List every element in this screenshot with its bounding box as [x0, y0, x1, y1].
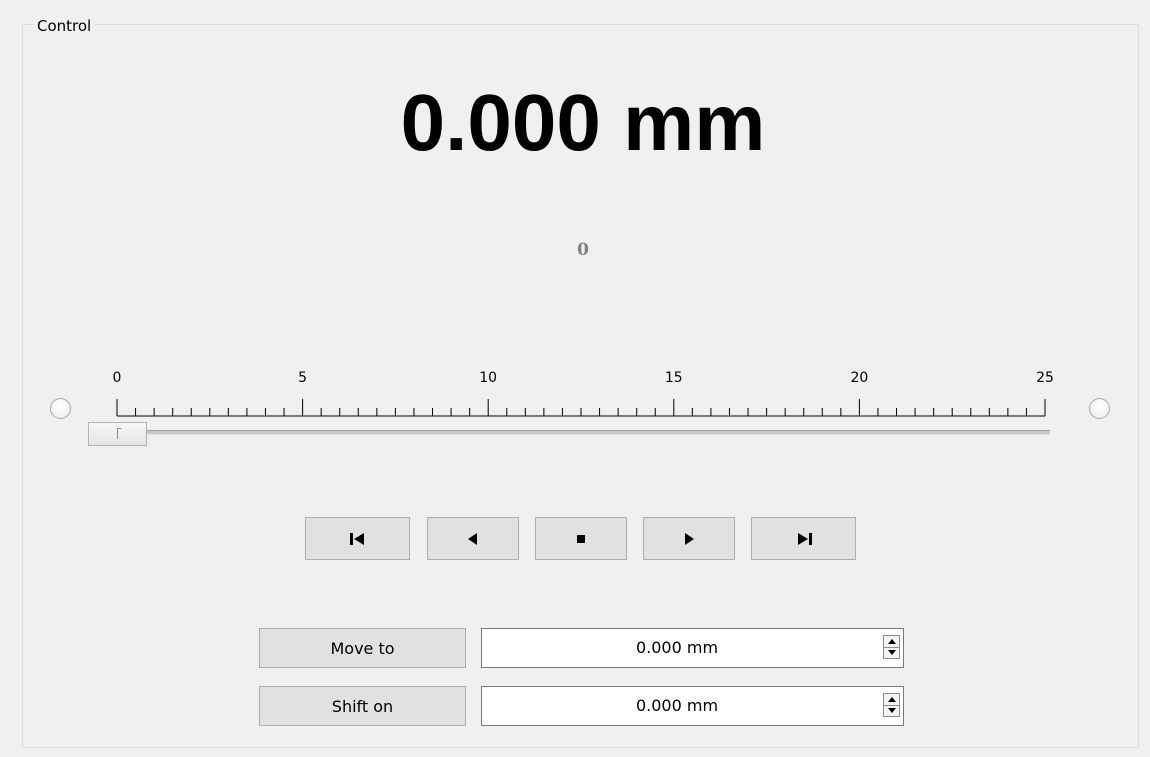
- skip-to-end-button[interactable]: [751, 517, 856, 560]
- shift-on-decrement-button[interactable]: [884, 705, 899, 716]
- groupbox-title: Control: [33, 16, 96, 36]
- shift-on-spin-arrows: [883, 693, 900, 717]
- arrow-down-icon: [887, 650, 896, 655]
- shift-on-button[interactable]: Shift on: [259, 686, 466, 726]
- raw-value-readout: 0: [577, 240, 589, 260]
- tick-label: 20: [850, 370, 869, 386]
- slider-handle[interactable]: [88, 422, 147, 446]
- tick-label: 25: [1036, 370, 1054, 386]
- play-reverse-icon: [468, 532, 477, 545]
- move-to-spinbox[interactable]: 0.000 mm: [481, 628, 904, 668]
- play-icon: [685, 532, 694, 545]
- play-reverse-button[interactable]: [427, 517, 519, 560]
- slider-groove[interactable]: [92, 430, 1050, 435]
- arrow-up-icon: [887, 639, 896, 644]
- left-limit-radio[interactable]: [50, 398, 71, 419]
- play-button[interactable]: [643, 517, 735, 560]
- skip-to-start-button[interactable]: [305, 517, 410, 560]
- arrow-down-icon: [887, 708, 896, 713]
- shift-on-spinbox[interactable]: 0.000 mm: [481, 686, 904, 726]
- skip-to-start-icon: [349, 532, 364, 545]
- slider-grip-mark: [117, 428, 121, 439]
- move-to-decrement-button[interactable]: [884, 647, 899, 658]
- shift-on-value[interactable]: 0.000 mm: [482, 687, 872, 725]
- stop-button[interactable]: [535, 517, 627, 560]
- tick-label: 15: [664, 370, 683, 386]
- move-to-value[interactable]: 0.000 mm: [482, 629, 872, 667]
- move-to-spin-arrows: [883, 635, 900, 659]
- right-limit-radio[interactable]: [1089, 398, 1110, 419]
- tick-label: 0: [112, 370, 122, 386]
- arrow-up-icon: [887, 697, 896, 702]
- position-readout: 0.000 mm: [400, 78, 766, 167]
- skip-to-end-icon: [797, 532, 812, 545]
- stop-icon: [577, 534, 585, 543]
- tick-label: 5: [298, 370, 308, 386]
- control-panel: Control 0.000 mm 0 0 5 10 15 20 25 Move …: [0, 0, 1150, 757]
- move-to-button[interactable]: Move to: [259, 628, 466, 668]
- tick-label: 10: [479, 370, 498, 386]
